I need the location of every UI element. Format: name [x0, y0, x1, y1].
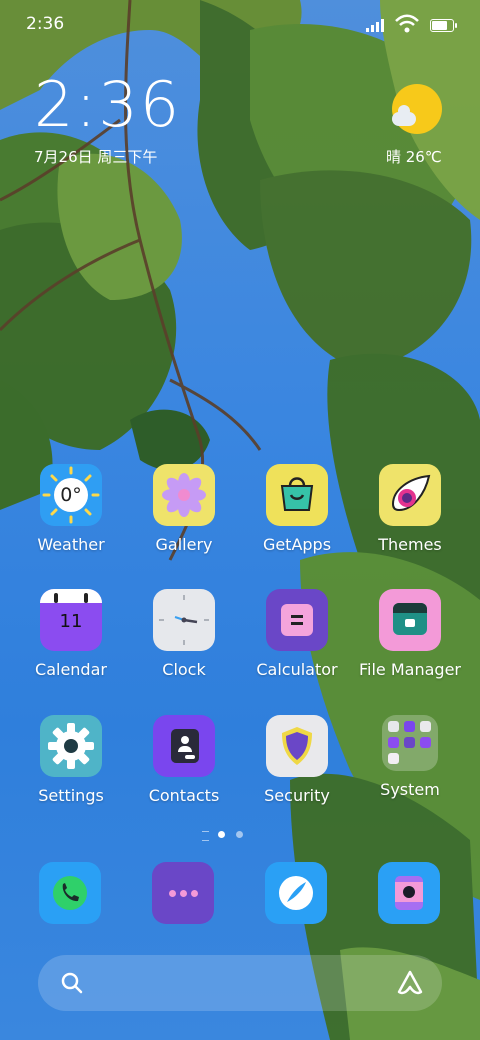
- camera-icon[interactable]: [378, 862, 440, 924]
- weather-widget-text: 晴 26℃: [386, 148, 442, 166]
- page-dot-active: [218, 831, 225, 838]
- cloud-icon: [392, 105, 416, 126]
- app-themes[interactable]: Themes: [354, 464, 466, 554]
- app-label: Weather: [37, 535, 105, 554]
- folder-icon: [379, 589, 441, 651]
- app-label: Themes: [378, 535, 442, 554]
- contacts-book-icon: [153, 715, 215, 777]
- app-label: Settings: [38, 786, 104, 805]
- app-clock[interactable]: Clock: [128, 589, 240, 679]
- folder-grid-icon: [382, 715, 438, 771]
- browser-icon[interactable]: [265, 862, 327, 924]
- app-label: Calendar: [35, 660, 107, 679]
- brush-icon: [379, 464, 441, 526]
- page-indicator[interactable]: [198, 829, 248, 841]
- app-label: GetApps: [262, 535, 332, 554]
- wifi-icon: [395, 14, 419, 33]
- flower-icon: [153, 464, 215, 526]
- app-system-folder[interactable]: System: [354, 715, 466, 799]
- page-dot: [236, 831, 243, 838]
- app-calendar[interactable]: 11 Calendar: [15, 589, 127, 679]
- calendar-icon: 11: [40, 589, 102, 651]
- search-icon[interactable]: [60, 971, 84, 995]
- battery-icon: [430, 19, 457, 32]
- app-settings[interactable]: Settings: [15, 715, 127, 805]
- app-weather[interactable]: 0° Weather: [15, 464, 127, 554]
- app-label: Clock: [162, 660, 206, 679]
- clock-widget-date: 7月26日 周三下午: [34, 148, 158, 166]
- app-getapps[interactable]: GetApps: [241, 464, 353, 554]
- app-label: Gallery: [155, 535, 213, 554]
- status-bar: 2:36: [0, 0, 480, 50]
- weather-icon: 0°: [40, 464, 102, 526]
- app-label: Security: [264, 786, 330, 805]
- app-file-manager[interactable]: File Manager: [354, 589, 466, 679]
- clock-widget-time[interactable]: 2:36: [34, 74, 181, 136]
- gear-icon: [40, 715, 102, 777]
- clock-icon: [153, 589, 215, 651]
- app-security[interactable]: Security: [241, 715, 353, 805]
- calculator-icon: [266, 589, 328, 651]
- app-calculator[interactable]: Calculator: [241, 589, 353, 679]
- signal-icon: [366, 19, 384, 32]
- message-dots-icon[interactable]: [152, 862, 214, 924]
- weather-icon-temp: 0°: [60, 484, 82, 506]
- app-label: File Manager: [359, 660, 461, 679]
- assistant-icon[interactable]: [396, 969, 424, 997]
- calendar-icon-day: 11: [59, 611, 83, 632]
- app-label: Calculator: [256, 660, 338, 679]
- status-time: 2:36: [26, 14, 65, 34]
- app-label: Contacts: [148, 786, 220, 805]
- page-list-icon: [202, 831, 209, 841]
- shopping-bag-icon: [266, 464, 328, 526]
- app-contacts[interactable]: Contacts: [128, 715, 240, 805]
- search-bar[interactable]: [38, 955, 442, 1011]
- phone-icon[interactable]: [39, 862, 101, 924]
- app-gallery[interactable]: Gallery: [128, 464, 240, 554]
- shield-icon: [266, 715, 328, 777]
- app-label: System: [380, 780, 440, 799]
